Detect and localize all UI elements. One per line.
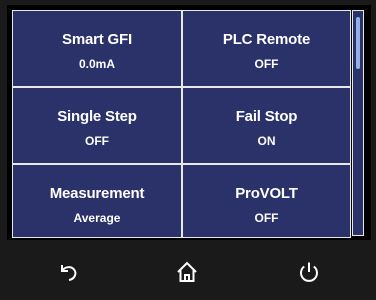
setting-title: Fail Stop — [235, 108, 298, 125]
power-button[interactable] — [294, 257, 324, 287]
power-icon — [300, 262, 318, 282]
bottom-navbar — [0, 240, 376, 300]
vertical-scrollbar[interactable] — [352, 10, 364, 236]
scroll-thumb[interactable] — [356, 17, 360, 69]
setting-value: Average — [73, 211, 121, 225]
setting-title: Measurement — [49, 185, 145, 202]
home-icon — [177, 261, 197, 282]
setting-fail-stop[interactable]: Fail Stop ON — [183, 88, 350, 165]
setting-smart-gfi[interactable]: Smart GFI 0.0mA — [13, 11, 183, 88]
settings-grid: Smart GFI 0.0mA PLC Remote OFF Single St… — [12, 10, 351, 238]
setting-value: ON — [257, 134, 276, 148]
back-button[interactable] — [53, 257, 83, 287]
back-arrow-icon — [61, 265, 77, 281]
display-screen: Smart GFI 0.0mA PLC Remote OFF Single St… — [7, 5, 371, 240]
setting-title: PLC Remote — [222, 31, 311, 48]
setting-measurement[interactable]: Measurement Average — [13, 165, 183, 237]
setting-value: OFF — [254, 57, 279, 71]
setting-title: ProVOLT — [235, 185, 298, 202]
setting-title: Single Step — [57, 108, 137, 125]
setting-single-step[interactable]: Single Step OFF — [13, 88, 183, 165]
setting-title: Smart GFI — [62, 31, 132, 48]
setting-provolt[interactable]: ProVOLT OFF — [183, 165, 350, 237]
setting-value: OFF — [254, 211, 279, 225]
home-button[interactable] — [172, 257, 202, 287]
setting-value: OFF — [85, 134, 109, 148]
setting-value: 0.0mA — [78, 57, 116, 71]
setting-plc-remote[interactable]: PLC Remote OFF — [183, 11, 350, 88]
